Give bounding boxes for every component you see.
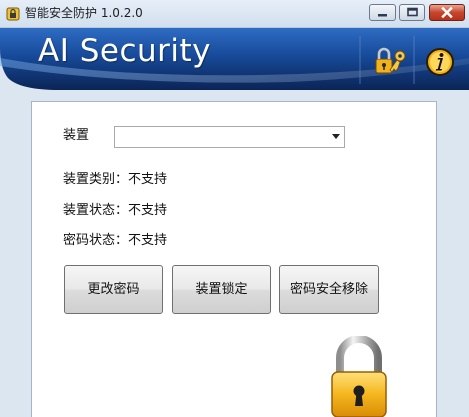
maximize-button[interactable] — [399, 4, 425, 21]
key-icon[interactable] — [373, 44, 409, 80]
title-bar[interactable]: 智能安全防护 1.0.2.0 — [0, 0, 469, 28]
device-status-label: 装置状态： — [63, 203, 129, 218]
device-type-value: 不支持 — [128, 172, 168, 187]
lock-device-button[interactable]: 装置锁定 — [172, 265, 271, 314]
device-status-value: 不支持 — [128, 203, 168, 218]
padlock-icon — [331, 336, 387, 417]
change-password-button[interactable]: 更改密码 — [64, 265, 163, 314]
app-icon — [6, 7, 20, 21]
device-select[interactable] — [114, 126, 345, 148]
chevron-down-icon — [332, 134, 340, 139]
device-label: 装置 — [63, 128, 90, 143]
password-status-label: 密码状态： — [63, 233, 129, 248]
app-window: 智能安全防护 1.0.2.0 AI Security 装置 装置类别：不支持 装… — [0, 0, 469, 417]
device-status-row: 装置状态：不支持 — [63, 202, 167, 220]
close-button[interactable] — [429, 4, 465, 21]
minimize-icon — [378, 14, 387, 17]
window-title: 智能安全防护 1.0.2.0 — [25, 6, 143, 20]
password-status-value: 不支持 — [128, 233, 168, 248]
password-status-row: 密码状态：不支持 — [63, 232, 167, 250]
info-icon[interactable] — [424, 44, 456, 80]
minimize-button[interactable] — [369, 4, 396, 21]
device-type-row: 装置类别：不支持 — [63, 171, 167, 189]
banner-title: AI Security — [38, 33, 212, 69]
remove-password-button[interactable]: 密码安全移除 — [279, 265, 379, 314]
device-type-label: 装置类别： — [63, 172, 129, 187]
maximize-icon — [407, 7, 418, 17]
close-icon — [441, 6, 453, 19]
